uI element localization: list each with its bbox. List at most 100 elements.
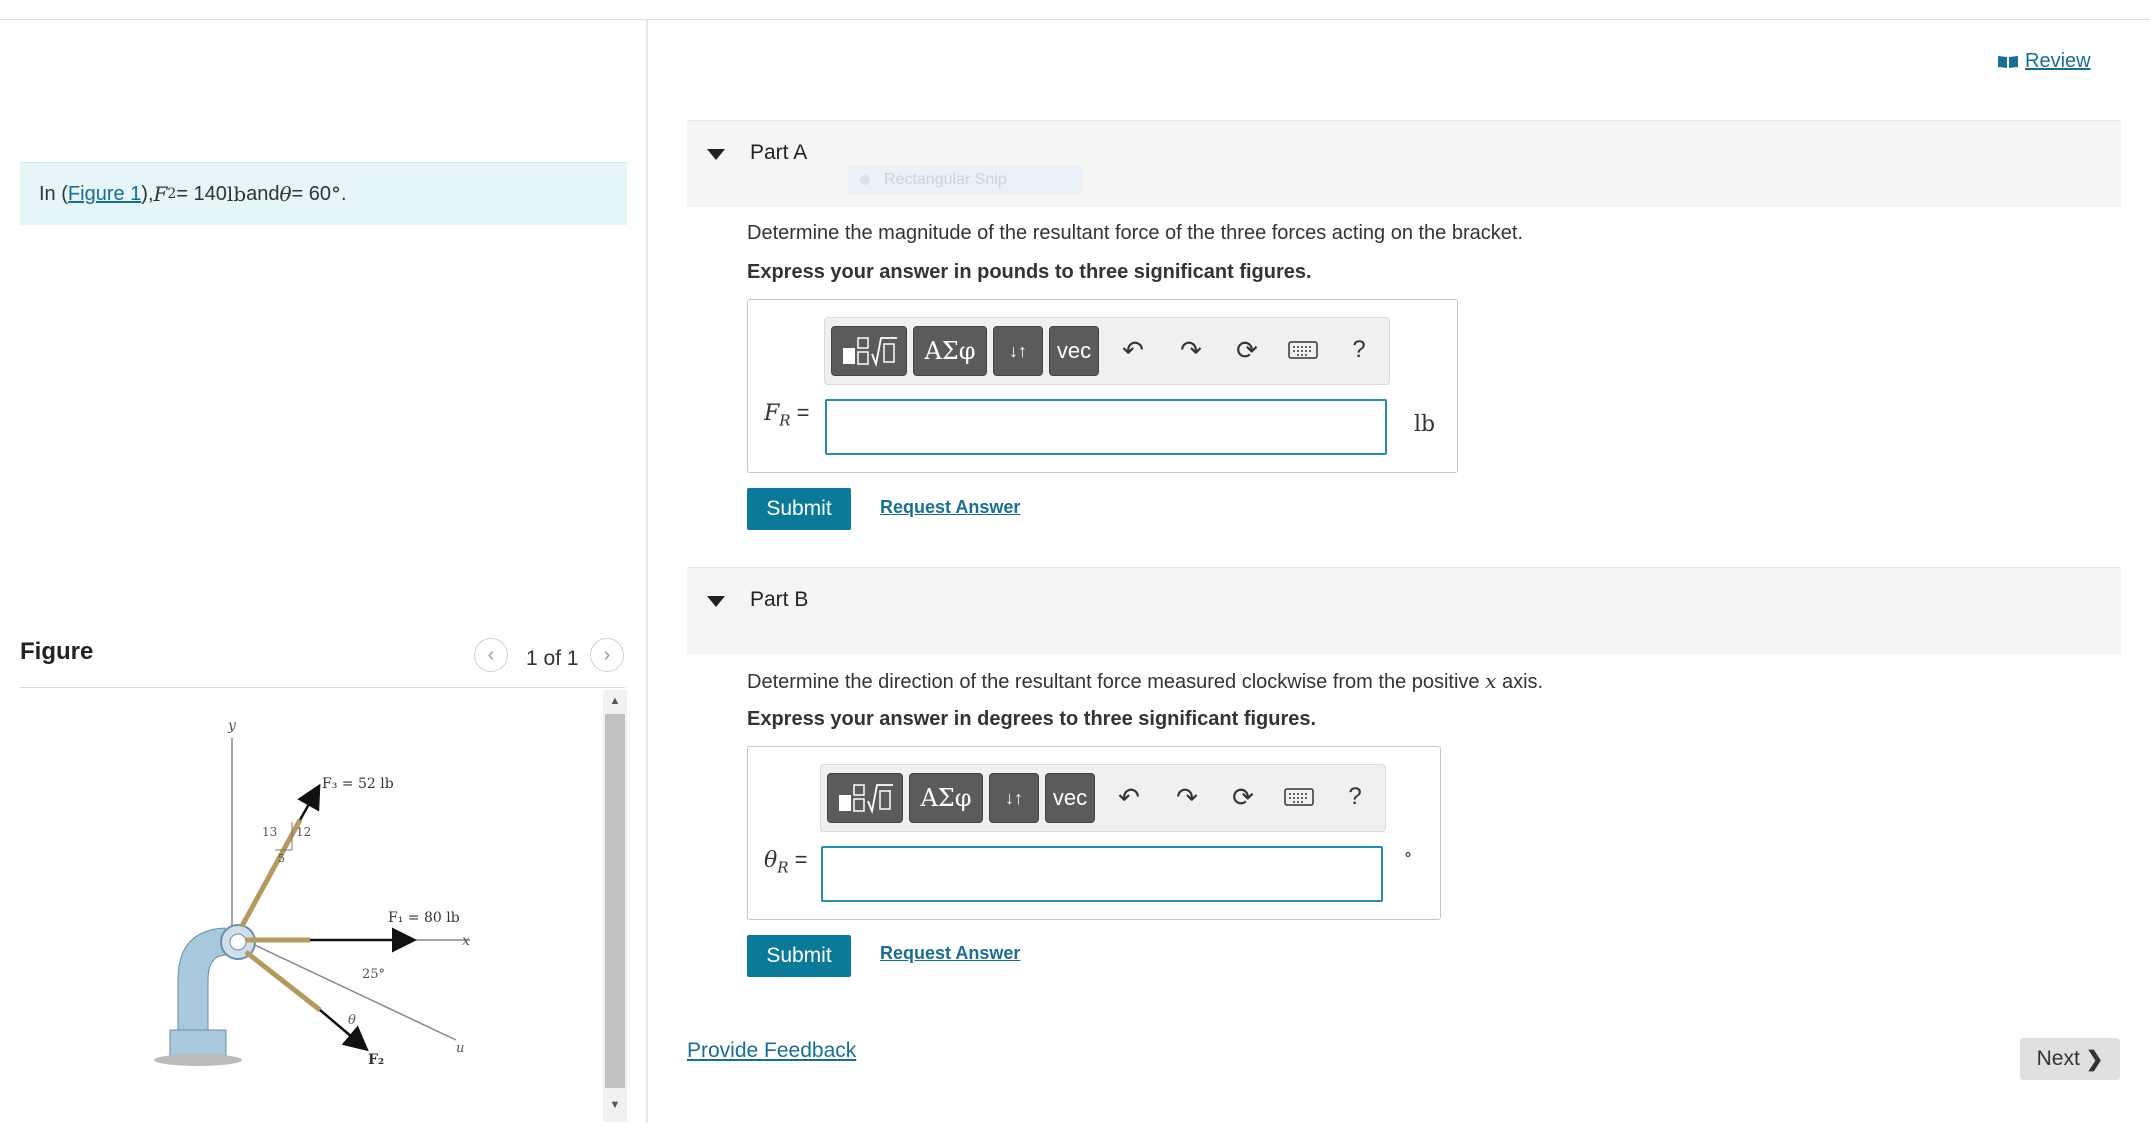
part-a-request-answer-link[interactable]: Request Answer [880,497,1020,518]
snip-label: Rectangular Snip [884,171,1007,188]
theta-r-symbol: θ [764,848,778,873]
chevron-right-icon: › [603,643,611,666]
snip-dot-icon [860,175,870,185]
bracket-hole [229,933,247,951]
scroll-up-arrow[interactable]: ▲ [605,692,625,710]
u-axis-label: u [456,1041,464,1056]
part-b-question-pre: Determine the direction of the resultant… [747,671,1486,693]
f2-value: = 140 [176,182,227,205]
keyboard-icon[interactable] [1279,777,1319,817]
next-button[interactable]: Next ❯ [2020,1038,2120,1080]
figure-next-button[interactable]: › [590,638,624,672]
part-a-answer-input[interactable] [825,399,1387,455]
figure-count: 1 of 1 [526,647,579,670]
templates-button[interactable] [831,326,907,376]
greek-button[interactable]: ΑΣφ [909,773,983,823]
vector-button[interactable]: vec [1049,326,1099,376]
undo-icon[interactable]: ↶ [1109,777,1149,817]
part-a-question: Determine the magnitude of the resultant… [747,222,1523,244]
slope-horiz-label: 5 [278,852,285,865]
book-icon [1998,55,2018,68]
problem-intro: In (Figure 1), F2 = 140 lb and θ = 60 °. [20,162,627,225]
chevron-left-icon: ‹ [487,643,495,666]
part-b-title: Part B [750,588,809,611]
angle-theta-label: θ [348,1013,356,1028]
part-b-answer-box: ΑΣφ ↓↑ vec ↶ ↷ ⟳ ? θR = ° [747,746,1441,920]
bracket-pipe [177,927,226,1031]
f3-label: F₃ = 52 lb [322,776,394,792]
intro-prefix: In ( [39,182,68,205]
greek-button[interactable]: ΑΣφ [913,326,987,376]
figure-header-rule [20,687,625,688]
caret-down-icon[interactable] [707,596,725,607]
redo-icon[interactable]: ↷ [1167,777,1207,817]
subscript-superscript-button[interactable]: ↓↑ [993,326,1043,376]
subscript-superscript-button[interactable]: ↓↑ [989,773,1039,823]
intro-and: and [246,182,280,205]
theta-value: = 60 [291,182,332,205]
vec-label: vec [1052,785,1088,810]
help-icon: ? [1352,336,1366,363]
part-b-submit-button[interactable]: Submit [747,935,851,977]
fr-symbol: F [764,401,780,426]
templates-button[interactable] [827,773,903,823]
provide-feedback-link[interactable]: Provide Feedback [687,1039,856,1063]
theta-r-eq: = [788,847,808,872]
part-a-variable-label: FR = [764,400,810,429]
part-b-request-answer-link[interactable]: Request Answer [880,943,1020,964]
f3-arrow [297,783,321,821]
part-b-unit: ° [1404,849,1412,868]
fraction-sqrt-templates-icon [843,337,897,368]
keyboard-icon[interactable] [1283,330,1323,370]
review-link[interactable]: Review [1997,50,2091,73]
f1-label: F₁ = 80 lb [388,910,460,926]
help-button[interactable]: ? [1335,777,1375,817]
part-b-question: Determine the direction of the resultant… [747,669,1543,694]
help-icon: ? [1348,783,1362,810]
bracket-force-diagram: y x u F₃ = 52 lb F₁ = 80 lb F₂ 13 12 5 2… [154,718,470,1068]
angle-25-label: 25° [362,967,385,982]
y-axis-label: y [227,718,237,734]
part-a-unit: lb [1414,412,1436,437]
f2-symbol: F [153,182,168,206]
figure-link[interactable]: Figure 1 [68,183,141,206]
part-a-submit-button[interactable]: Submit [747,488,851,530]
f2-sub: 2 [167,186,177,202]
scroll-down-arrow[interactable]: ▼ [605,1096,625,1114]
part-a-math-toolbar: ΑΣφ ↓↑ vec ↶ ↷ ⟳ ? [824,317,1390,385]
figure-scrollbar-thumb[interactable] [605,714,625,1088]
cable-f2 [244,950,322,1012]
undo-icon[interactable]: ↶ [1113,330,1153,370]
chevron-right-icon: ❯ [2085,1047,2104,1071]
arrows-icon: ↓↑ [1009,340,1027,361]
fr-eq: = [790,400,810,425]
intro-end: . [341,182,347,205]
part-b-variable-label: θR = [764,847,808,876]
f2-arrow [319,1009,369,1052]
vector-button[interactable]: vec [1045,773,1095,823]
ground [154,1054,242,1066]
part-b-instruction: Express your answer in degrees to three … [747,708,1317,730]
fr-sub: R [779,411,791,430]
caret-down-icon[interactable] [707,149,725,160]
redo-icon[interactable]: ↷ [1171,330,1211,370]
slope-vert-label: 12 [296,825,311,839]
part-a-answer-box: ΑΣφ ↓↑ vec ↶ ↷ ⟳ ? FR = lb [747,299,1458,473]
f2-unit: lb [226,182,247,206]
vec-label: vec [1056,338,1092,363]
part-b-question-var: x [1485,669,1497,693]
top-border [0,19,2150,20]
f2-label: F₂ [368,1052,384,1068]
panel-divider [646,20,648,1123]
reset-icon[interactable]: ⟳ [1227,330,1267,370]
greek-label: ΑΣφ [920,784,972,812]
part-b-header[interactable]: Part B [687,567,2121,654]
x-axis-label: x [462,933,470,949]
slope-hyp-label: 13 [262,825,277,839]
help-button[interactable]: ? [1339,330,1379,370]
figure-prev-button[interactable]: ‹ [474,638,508,672]
reset-icon[interactable]: ⟳ [1223,777,1263,817]
review-label: Review [2025,50,2091,72]
theta-r-sub: R [777,858,789,877]
part-b-answer-input[interactable] [821,846,1383,902]
